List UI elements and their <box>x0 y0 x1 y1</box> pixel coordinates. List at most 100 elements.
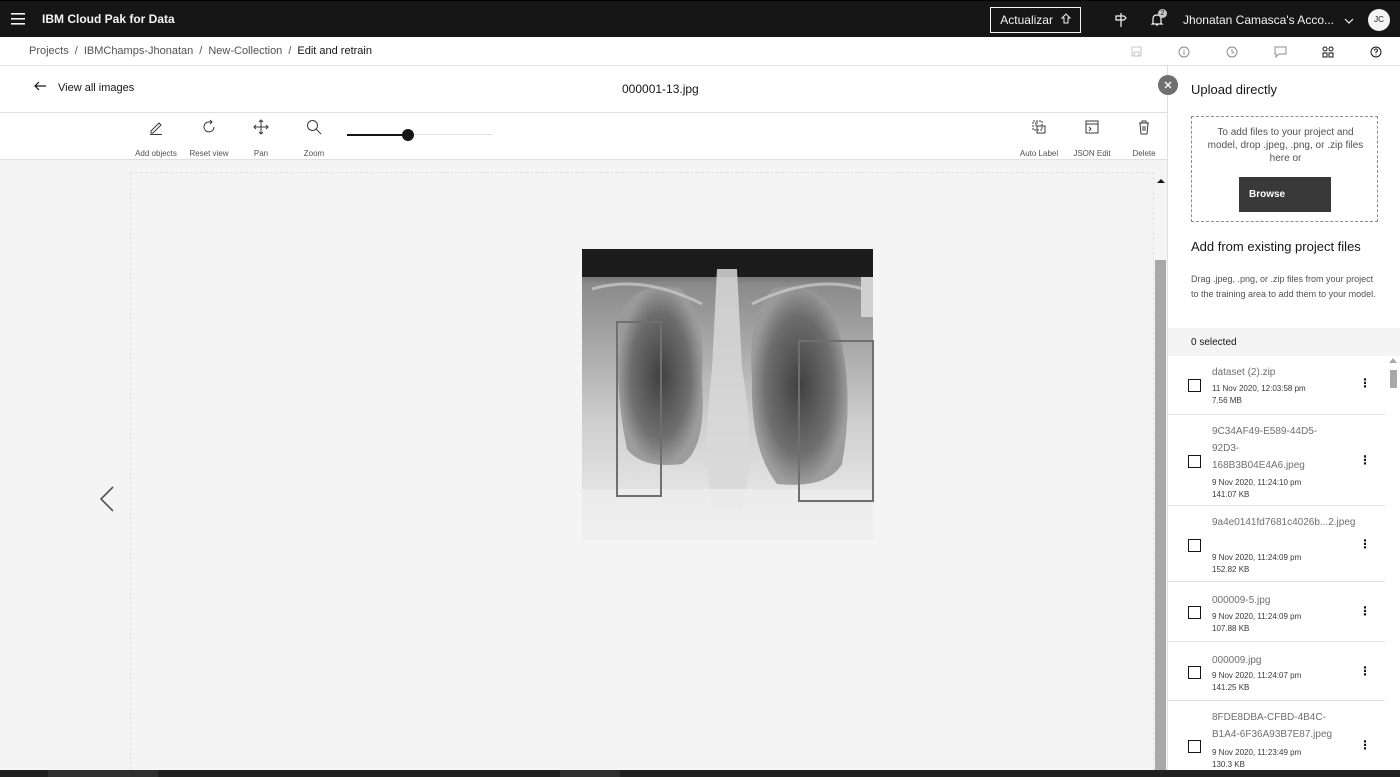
reset-view-button[interactable]: Reset view <box>181 113 237 160</box>
delete-button[interactable]: Delete <box>1116 113 1172 160</box>
edit-toolbar: Add objects Reset view Pan Zoom Auto Lab… <box>0 113 1167 160</box>
file-size: 152.82 KB <box>1212 565 1250 574</box>
image-name: 000001-13.jpg <box>622 82 699 96</box>
upload-title: Upload directly <box>1191 82 1277 97</box>
file-item[interactable]: dataset (2).zip 11 Nov 2020, 12:03:58 pm… <box>1168 356 1385 415</box>
labeling-canvas[interactable] <box>130 172 1154 770</box>
arrow-left-icon <box>34 81 47 94</box>
overflow-menu-icon[interactable]: ⋮ <box>1359 738 1371 752</box>
file-checkbox[interactable] <box>1188 606 1201 619</box>
breadcrumb-collection[interactable]: New-Collection <box>208 45 282 57</box>
trash-icon <box>1136 115 1152 139</box>
pan-button[interactable]: Pan <box>233 113 289 160</box>
update-button[interactable]: Actualizar <box>990 6 1081 33</box>
chat-icon[interactable] <box>1256 37 1304 66</box>
zoom-slider-handle[interactable] <box>402 129 414 141</box>
add-objects-button[interactable]: Add objects <box>128 113 184 160</box>
help-icon[interactable] <box>1352 37 1400 66</box>
scrollbar-thumb[interactable] <box>1155 260 1166 770</box>
file-size: 107.88 KB <box>1212 624 1250 633</box>
file-checkbox[interactable] <box>1188 740 1201 753</box>
overflow-menu-icon[interactable]: ⋮ <box>1359 664 1371 678</box>
file-list-scrollbar[interactable] <box>1385 356 1400 770</box>
scroll-up-icon[interactable] <box>1157 178 1165 184</box>
file-name: dataset (2).zip <box>1212 367 1276 378</box>
save-icon[interactable] <box>1112 37 1160 66</box>
file-size: 141.07 KB <box>1212 490 1250 499</box>
image-workspace <box>0 160 1167 770</box>
file-date: 9 Nov 2020, 11:24:09 pm <box>1212 612 1302 621</box>
reset-icon <box>201 115 217 139</box>
info-icon[interactable] <box>1160 37 1208 66</box>
account-switcher[interactable]: Jhonatan Camasca's Acco... <box>1183 13 1354 27</box>
view-all-images-link[interactable]: View all images <box>34 81 134 94</box>
os-taskbar <box>0 770 1400 777</box>
dropzone-text: To add files to your project and model, … <box>1207 127 1364 164</box>
bounding-box[interactable] <box>616 321 662 497</box>
overflow-menu-icon[interactable]: ⋮ <box>1359 453 1371 467</box>
taskbar-item[interactable] <box>560 770 620 777</box>
file-item[interactable]: 9C34AF49-E589-44D5-92D3-168B3B04E4A6.jpe… <box>1168 415 1385 506</box>
menu-icon[interactable] <box>0 1 36 38</box>
data-panel: Upload directly To add files to your pro… <box>1167 66 1400 770</box>
zoom-icon <box>306 115 322 139</box>
upload-dropzone[interactable]: To add files to your project and model, … <box>1191 116 1378 222</box>
scrollbar-thumb[interactable] <box>1390 370 1397 388</box>
update-button-label: Actualizar <box>1000 12 1053 27</box>
zoom-button[interactable]: Zoom <box>286 113 342 160</box>
file-checkbox[interactable] <box>1188 379 1201 392</box>
file-name: 8FDE8DBA-CFBD-4B4C-B1A4-6F36A93B7E87.jpe… <box>1212 712 1333 740</box>
auto-label-button[interactable]: Auto Label <box>1011 113 1067 160</box>
canvas-scrollbar[interactable] <box>1155 172 1166 770</box>
breadcrumb-project[interactable]: IBMChamps-Jhonatan <box>84 45 193 57</box>
file-item[interactable]: 000009-5.jpg 9 Nov 2020, 11:24:09 pm 107… <box>1168 582 1385 642</box>
image-title-bar: View all images 000001-13.jpg <box>0 66 1167 113</box>
upgrade-icon <box>1060 12 1072 27</box>
file-date: 9 Nov 2020, 11:24:07 pm <box>1212 671 1302 680</box>
notification-icon[interactable]: 2 <box>1139 1 1175 38</box>
breadcrumb-separator: / <box>288 45 292 57</box>
file-item[interactable]: 9a4e0141fd7681c4026b...2.jpeg 9 Nov 2020… <box>1168 506 1385 582</box>
breadcrumb: Projects / IBMChamps-Jhonatan / New-Coll… <box>29 45 372 57</box>
overflow-menu-icon[interactable]: ⋮ <box>1359 537 1371 551</box>
breadcrumb-projects[interactable]: Projects <box>29 45 69 57</box>
delete-label: Delete <box>1132 149 1156 158</box>
data-assets-icon[interactable] <box>1304 37 1352 66</box>
zoom-slider-fill <box>347 134 408 136</box>
file-item[interactable]: 8FDE8DBA-CFBD-4B4C-B1A4-6F36A93B7E87.jpe… <box>1168 701 1385 770</box>
close-panel-button[interactable] <box>1158 75 1178 95</box>
signpost-icon[interactable] <box>1103 1 1139 38</box>
top-header: IBM Cloud Pak for Data Actualizar 2 Jhon… <box>0 0 1400 37</box>
brand-name[interactable]: IBM Cloud Pak for Data <box>42 12 175 26</box>
overflow-menu-icon[interactable]: ⋮ <box>1359 604 1371 618</box>
breadcrumb-separator: / <box>74 45 78 57</box>
json-edit-icon <box>1084 115 1100 139</box>
auto-label-label: Auto Label <box>1019 149 1059 158</box>
breadcrumb-bar: Projects / IBMChamps-Jhonatan / New-Coll… <box>0 37 1400 66</box>
avatar[interactable]: JC <box>1368 8 1390 31</box>
file-name: 9C34AF49-E589-44D5-92D3-168B3B04E4A6.jpe… <box>1212 426 1318 471</box>
browse-button[interactable]: Browse <box>1239 177 1331 212</box>
file-checkbox[interactable] <box>1188 666 1201 679</box>
view-all-images-label: View all images <box>58 81 135 94</box>
pencil-icon <box>148 115 164 139</box>
overflow-menu-icon[interactable]: ⋮ <box>1359 376 1371 390</box>
file-name: 000009-5.jpg <box>1212 595 1271 606</box>
file-checkbox[interactable] <box>1188 539 1201 552</box>
file-date: 9 Nov 2020, 11:24:10 pm <box>1212 478 1302 487</box>
file-date: 9 Nov 2020, 11:24:09 pm <box>1212 553 1302 562</box>
zoom-slider[interactable] <box>347 128 493 142</box>
taskbar-item[interactable] <box>48 770 158 777</box>
history-icon[interactable] <box>1208 37 1256 66</box>
previous-image-icon[interactable] <box>98 485 116 518</box>
account-name: Jhonatan Camasca's Acco... <box>1182 12 1334 27</box>
zoom-label: Zoom <box>303 149 325 158</box>
file-checkbox[interactable] <box>1188 455 1201 468</box>
pan-label: Pan <box>253 149 269 158</box>
file-size: 141.25 KB <box>1212 683 1250 692</box>
json-edit-button[interactable]: JSON Edit <box>1064 113 1120 160</box>
scroll-up-icon[interactable] <box>1389 358 1397 363</box>
auto-label-icon <box>1031 115 1047 139</box>
file-item[interactable]: 000009.jpg 9 Nov 2020, 11:24:07 pm 141.2… <box>1168 642 1385 701</box>
bounding-box[interactable] <box>798 340 874 502</box>
